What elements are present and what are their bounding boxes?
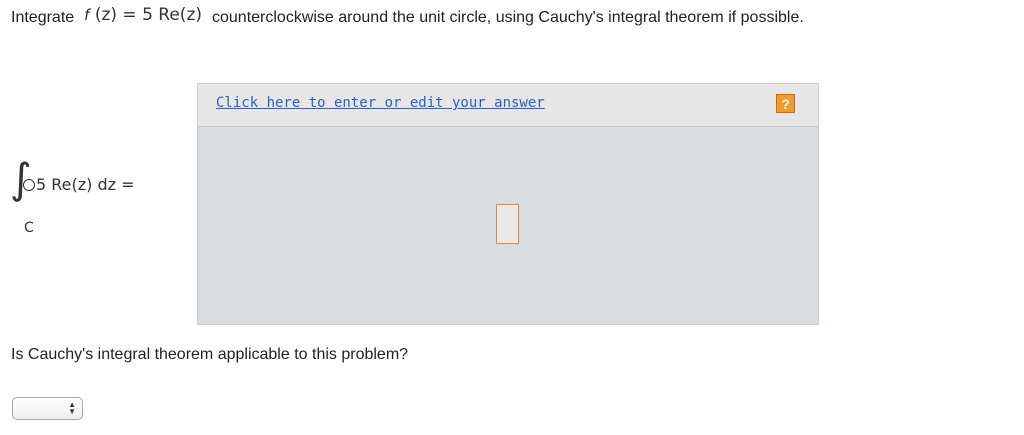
answer-box: Click here to enter or edit your answer … — [197, 83, 819, 325]
question-mark-icon: ? — [781, 96, 790, 112]
question-1: Integrate f (z) = 5 Re(z) counterclockwi… — [11, 5, 804, 28]
answer-header: Click here to enter or edit your answer … — [198, 84, 818, 127]
contour-label: C — [24, 220, 34, 236]
applicability-select[interactable]: ▲ ▼ — [12, 397, 83, 420]
question-2: Is Cauchy's integral theorem applicable … — [11, 346, 409, 363]
help-button[interactable]: ? — [776, 94, 795, 113]
contour-ring-icon — [23, 179, 35, 191]
updown-arrows-icon: ▲ ▼ — [68, 401, 76, 416]
function-name: f — [84, 6, 90, 24]
page: Integrate f (z) = 5 Re(z) counterclockwi… — [0, 0, 1024, 435]
answer-input-placeholder[interactable] — [496, 204, 519, 244]
function-body: (z) = 5 Re(z) — [94, 5, 202, 25]
arrow-down-icon: ▼ — [68, 407, 76, 416]
function-definition: f (z) = 5 Re(z) — [84, 5, 202, 25]
question-1-prefix: Integrate — [11, 9, 75, 26]
enter-answer-link[interactable]: Click here to enter or edit your answer — [216, 95, 545, 111]
question-1-suffix: counterclockwise around the unit circle,… — [212, 9, 804, 26]
integral-expression: 5 Re(z) dz = — [36, 175, 135, 194]
